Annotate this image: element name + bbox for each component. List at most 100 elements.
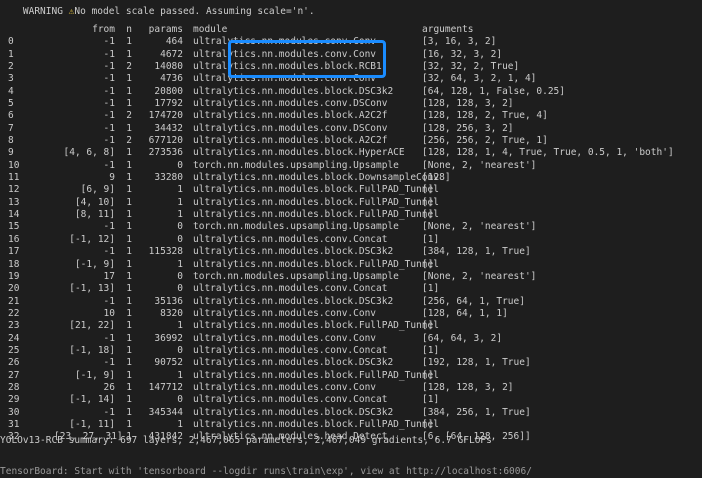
row-from: -1: [103, 332, 115, 344]
row-n: 1: [126, 122, 132, 134]
row-from: 10: [103, 307, 115, 319]
row-index: 1: [8, 48, 14, 60]
row-arguments: []: [422, 184, 434, 196]
row-from: [4, 10]: [74, 196, 115, 208]
table-row: 16 [-1, 12] 1 0 ultralytics.nn.modules.conv.…: [0, 234, 702, 246]
row-module: ultralytics.nn.modules.conv.Concat: [193, 283, 388, 295]
row-index: 13: [8, 196, 20, 208]
row-module: ultralytics.nn.modules.block.FullPAD_Tun…: [193, 196, 439, 208]
row-index: 8: [8, 135, 14, 146]
row-params: 1: [177, 209, 183, 221]
row-n: 1: [126, 209, 132, 221]
row-params: 0: [177, 283, 183, 295]
row-n: 2: [126, 110, 132, 122]
row-n: 1: [126, 48, 132, 60]
row-index: 25: [8, 344, 20, 356]
row-n: 1: [126, 295, 132, 307]
row-index: 7: [8, 122, 14, 134]
row-from: [6, 9]: [80, 184, 115, 196]
row-from: [-1, 13]: [69, 283, 115, 295]
row-index: 5: [8, 97, 14, 109]
row-params: 273536: [148, 147, 183, 159]
row-arguments: [128, 128, 2, True, 4]: [422, 110, 548, 122]
row-module: ultralytics.nn.modules.block.FullPAD_Tun…: [193, 209, 439, 221]
row-n: 1: [126, 196, 132, 208]
row-module: ultralytics.nn.modules.block.FullPAD_Tun…: [193, 184, 439, 196]
row-index: 26: [8, 357, 20, 369]
row-params: 4736: [160, 73, 183, 85]
row-n: 1: [126, 73, 132, 85]
row-module: ultralytics.nn.modules.block.DownsampleC…: [193, 172, 439, 184]
row-params: 464: [165, 36, 183, 48]
row-n: 1: [126, 159, 132, 171]
row-module: ultralytics.nn.modules.conv.Concat: [193, 233, 388, 245]
row-n: 2: [126, 60, 132, 72]
row-from: [-1, 11]: [69, 419, 115, 431]
row-index: 19: [8, 270, 20, 282]
row-module: ultralytics.nn.modules.conv.Concat: [193, 394, 388, 406]
table-row: 24 -1 1 36992 ultralytics.nn.modules.conv.Co…: [0, 333, 702, 345]
table-row: 23 [21, 22] 1 1 ultralytics.nn.modules.block…: [0, 320, 702, 332]
row-params: 4672: [160, 48, 183, 60]
row-index: 29: [8, 394, 20, 406]
row-params: 35136: [154, 295, 183, 307]
row-module: ultralytics.nn.modules.conv.Conv: [193, 382, 377, 393]
row-from: [-1, 9]: [74, 369, 115, 381]
row-arguments: [None, 2, 'nearest']: [422, 159, 537, 171]
row-module: ultralytics.nn.modules.conv.Conv: [193, 307, 377, 319]
row-index: 30: [8, 406, 20, 418]
row-arguments: [1]: [422, 344, 440, 356]
row-params: 17792: [154, 97, 183, 109]
row-n: 1: [126, 172, 132, 184]
row-index: 10: [8, 159, 20, 171]
table-row: 6 -1 2 174720 ultralytics.nn.modules.block.A…: [0, 110, 702, 122]
row-module: ultralytics.nn.modules.block.A2C2f: [193, 110, 388, 122]
row-arguments: []: [422, 369, 434, 381]
row-arguments: [32, 32, 2, True]: [422, 60, 520, 72]
row-from: -1: [103, 135, 115, 146]
row-params: 174720: [148, 110, 183, 122]
row-arguments: [64, 128, 1, False, 0.25]: [422, 85, 565, 97]
row-index: 15: [8, 221, 20, 233]
row-from: -1: [103, 221, 115, 233]
row-arguments: [128, 256, 3, 2]: [422, 122, 514, 134]
row-arguments: [128, 128, 3, 2]: [422, 97, 514, 109]
row-from: -1: [103, 246, 115, 258]
row-n: 1: [126, 36, 132, 48]
table-row: 8 -1 2 677120 ultralytics.nn.modules.block.A…: [0, 135, 702, 147]
row-n: 1: [126, 394, 132, 406]
row-n: 1: [126, 283, 132, 295]
row-from: 26: [103, 382, 115, 393]
row-params: 36992: [154, 332, 183, 344]
row-n: 1: [126, 246, 132, 258]
row-index: 6: [8, 110, 14, 122]
row-from: -1: [103, 357, 115, 369]
row-n: 2: [126, 135, 132, 146]
row-module: ultralytics.nn.modules.block.FullPAD_Tun…: [193, 258, 439, 270]
row-module: ultralytics.nn.modules.block.A2C2f: [193, 135, 388, 146]
row-index: 14: [8, 209, 20, 221]
row-from: -1: [103, 60, 115, 72]
terminal-output[interactable]: WARNING ⚠No model scale passed. Assuming…: [0, 0, 702, 477]
tensorboard-line-cutoff: TensorBoard: Start with 'tensorboard --l…: [0, 466, 532, 477]
row-params: 20800: [154, 85, 183, 97]
row-from: -1: [103, 97, 115, 109]
row-from: -1: [103, 159, 115, 171]
row-params: 1: [177, 196, 183, 208]
table-row: 5 -1 1 17792 ultralytics.nn.modules.conv.DSC…: [0, 98, 702, 110]
row-arguments: []: [422, 419, 434, 431]
row-index: 9: [8, 147, 14, 159]
row-from: -1: [103, 85, 115, 97]
row-params: 0: [177, 344, 183, 356]
warning-text: No model scale passed. Assuming scale='n…: [74, 6, 315, 18]
warning-line: WARNING ⚠No model scale passed. Assuming…: [0, 0, 315, 17]
row-module: ultralytics.nn.modules.block.DSC3k2: [193, 85, 394, 97]
table-row: 27 [-1, 9] 1 1 ultralytics.nn.modules.block.…: [0, 370, 702, 382]
row-from: [8, 11]: [74, 209, 115, 221]
row-module: torch.nn.modules.upsampling.Upsample: [193, 159, 399, 171]
row-module: ultralytics.nn.modules.block.DSC3k2: [193, 295, 394, 307]
row-params: 14080: [154, 60, 183, 72]
row-from: [-1, 12]: [69, 233, 115, 245]
row-index: 3: [8, 73, 14, 85]
row-module: ultralytics.nn.modules.block.FullPAD_Tun…: [193, 320, 439, 332]
